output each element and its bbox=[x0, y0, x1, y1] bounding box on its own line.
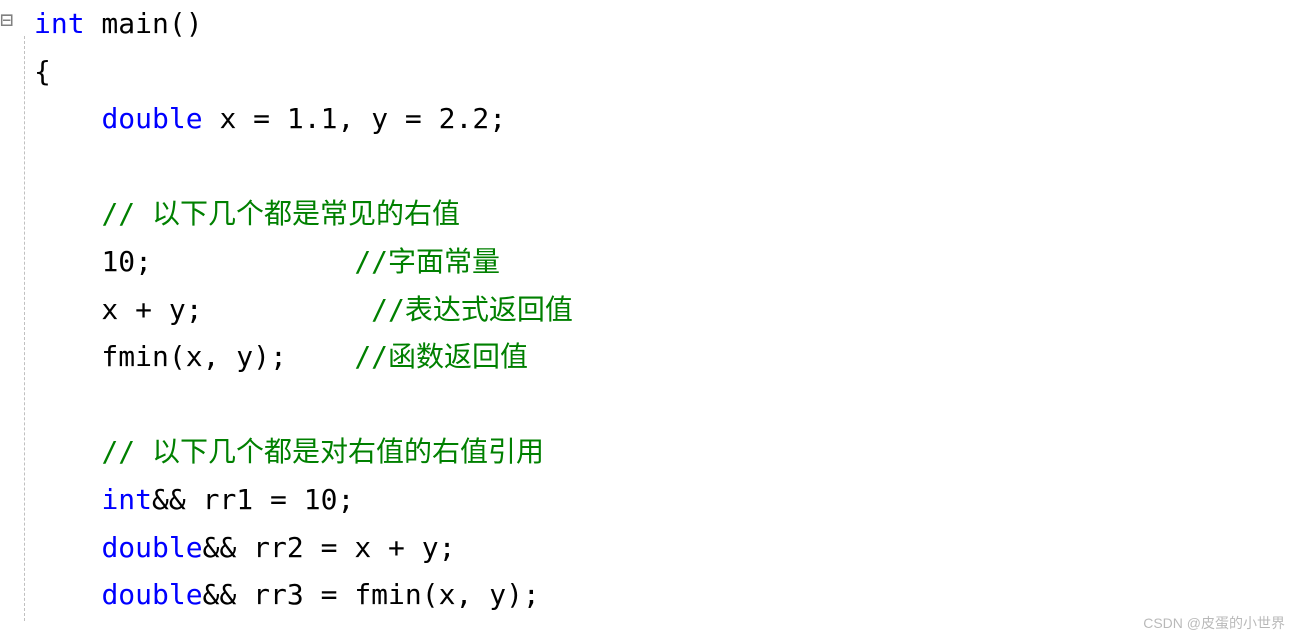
comment-token: // 以下几个都是常见的右值 bbox=[101, 197, 460, 230]
identifier-token: x bbox=[337, 531, 388, 564]
code-line: int main() bbox=[34, 0, 1295, 48]
whitespace-token bbox=[203, 293, 372, 326]
code-line: { bbox=[34, 48, 1295, 96]
whitespace-token bbox=[34, 197, 101, 230]
punct-token: ; bbox=[337, 483, 354, 516]
keyword-token: int bbox=[101, 483, 152, 516]
keyword-token: int bbox=[34, 7, 85, 40]
punct-token: ; bbox=[135, 245, 152, 278]
code-line: int&& rr1 = 10; bbox=[34, 476, 1295, 524]
punct-token: + bbox=[135, 293, 152, 326]
number-token: 1.1 bbox=[287, 102, 338, 135]
punct-token: , bbox=[203, 340, 237, 373]
code-line-blank bbox=[34, 381, 1295, 429]
whitespace-token bbox=[34, 578, 101, 611]
comment-token: //表达式返回值 bbox=[371, 293, 573, 326]
comment-token: //函数返回值 bbox=[354, 340, 528, 373]
punct-token: = bbox=[321, 578, 338, 611]
identifier-token: x bbox=[203, 102, 254, 135]
identifier-token: y bbox=[236, 340, 253, 373]
whitespace-token bbox=[287, 483, 304, 516]
keyword-token: double bbox=[101, 578, 202, 611]
number-token: 2.2 bbox=[439, 102, 490, 135]
punct-token: () bbox=[169, 7, 203, 40]
punct-token: ; bbox=[439, 531, 456, 564]
punct-token: ); bbox=[253, 340, 287, 373]
code-line: 10; //字面常量 bbox=[34, 238, 1295, 286]
identifier-token: main bbox=[85, 7, 169, 40]
whitespace-token bbox=[152, 245, 354, 278]
identifier-token: fmin bbox=[337, 578, 421, 611]
punct-token: ; bbox=[186, 293, 203, 326]
code-line: double&& rr3 = fmin(x, y); bbox=[34, 571, 1295, 619]
code-line: fmin(x, y); //函数返回值 bbox=[34, 333, 1295, 381]
code-editor: ⊟ int main() { double x = 1.1, y = 2.2; … bbox=[0, 0, 1295, 627]
punct-token: ); bbox=[506, 578, 540, 611]
punct-token: = bbox=[253, 102, 270, 135]
punct-token: && bbox=[152, 483, 186, 516]
watermark-text: CSDN @皮蛋的小世界 bbox=[1143, 612, 1285, 636]
identifier-token: rr2 bbox=[236, 531, 320, 564]
code-line-blank bbox=[34, 143, 1295, 191]
comment-token: // 以下几个都是对右值的右值引用 bbox=[101, 435, 544, 468]
number-token: 10 bbox=[101, 245, 135, 278]
whitespace-token bbox=[34, 435, 101, 468]
punct-token: && bbox=[203, 578, 237, 611]
identifier-token: rr3 bbox=[236, 578, 320, 611]
code-line: double x = 1.1, y = 2.2; bbox=[34, 95, 1295, 143]
whitespace-token bbox=[34, 102, 101, 135]
number-token: 10 bbox=[304, 483, 338, 516]
whitespace-token bbox=[287, 340, 354, 373]
code-line: // 以下几个都是对右值的右值引用 bbox=[34, 428, 1295, 476]
punct-token: ( bbox=[169, 340, 186, 373]
code-line: double&& rr2 = x + y; bbox=[34, 524, 1295, 572]
punct-token: + bbox=[388, 531, 405, 564]
whitespace-token bbox=[34, 483, 101, 516]
punct-token: , bbox=[455, 578, 489, 611]
fold-marker-icon[interactable]: ⊟ bbox=[0, 2, 13, 39]
identifier-token: x bbox=[34, 293, 135, 326]
comment-token: //字面常量 bbox=[354, 245, 500, 278]
indent-guide bbox=[24, 36, 25, 621]
whitespace-token bbox=[34, 531, 101, 564]
identifier-token: y bbox=[371, 102, 405, 135]
keyword-token: double bbox=[101, 102, 202, 135]
whitespace-token bbox=[422, 102, 439, 135]
identifier-token: x bbox=[439, 578, 456, 611]
code-line: // 以下几个都是常见的右值 bbox=[34, 190, 1295, 238]
punct-token: = bbox=[321, 531, 338, 564]
whitespace-token bbox=[270, 102, 287, 135]
code-line: x + y; //表达式返回值 bbox=[34, 286, 1295, 334]
identifier-token: x bbox=[186, 340, 203, 373]
punct-token: ( bbox=[422, 578, 439, 611]
identifier-token: y bbox=[152, 293, 186, 326]
identifier-token: y bbox=[489, 578, 506, 611]
punct-token: , bbox=[337, 102, 371, 135]
whitespace-token bbox=[34, 245, 101, 278]
identifier-token: rr1 bbox=[186, 483, 270, 516]
identifier-token: y bbox=[405, 531, 439, 564]
keyword-token: double bbox=[101, 531, 202, 564]
punct-token: = bbox=[270, 483, 287, 516]
identifier-token: fmin bbox=[34, 340, 169, 373]
punct-token: { bbox=[34, 55, 51, 88]
punct-token: && bbox=[203, 531, 237, 564]
punct-token: = bbox=[405, 102, 422, 135]
code-block: int main() { double x = 1.1, y = 2.2; //… bbox=[0, 0, 1295, 619]
punct-token: ; bbox=[489, 102, 506, 135]
